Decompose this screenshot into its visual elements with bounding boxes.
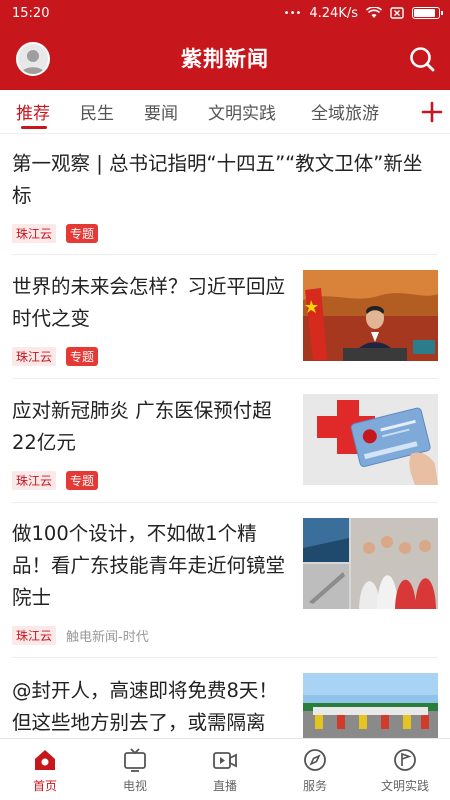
source-tag: 珠江云 — [12, 471, 57, 490]
status-bar: 15:20 ••• 4.24K/s — [0, 0, 450, 26]
add-channel-button[interactable] — [400, 90, 450, 133]
news-meta: 珠江云 专题 — [12, 224, 99, 243]
news-thumbnail — [303, 394, 438, 485]
design-exhibition-image — [303, 518, 438, 609]
tab-civilization-practice[interactable]: 文明实践 — [208, 99, 276, 124]
news-item[interactable]: 应对新冠肺炎 广东医保预付超22亿元 珠江云 专题 — [12, 379, 438, 503]
active-tab-indicator — [21, 126, 47, 129]
home-icon — [35, 750, 55, 770]
topic-badge: 专题 — [66, 471, 99, 490]
highway-toll-station-image — [303, 673, 438, 738]
medical-insurance-card-image — [303, 394, 438, 485]
battery-level — [414, 9, 436, 17]
news-meta: 珠江云 专题 — [12, 347, 99, 366]
avatar-person-icon — [21, 50, 45, 74]
news-title: @封开人，高速即将免费8天！但这些地方别去了，或需隔离 — [12, 679, 278, 734]
app-header: 紫荆新闻 — [0, 26, 450, 90]
news-item[interactable]: 做100个设计，不如做1个精品！看广东技能青年走近何镜堂院士 珠江云 触电新闻-… — [12, 503, 438, 658]
nav-civilization-practice[interactable]: 文明实践 — [360, 739, 450, 800]
news-thumbnail — [303, 673, 438, 738]
source-tag: 珠江云 — [12, 224, 57, 243]
nav-label: 直播 — [212, 779, 237, 793]
nav-label: 首页 — [32, 779, 57, 793]
tab-recommend[interactable]: 推荐 — [16, 99, 50, 124]
news-title: 应对新冠肺炎 广东医保预付超22亿元 — [12, 399, 272, 454]
tv-icon — [124, 748, 146, 772]
nav-label: 电视 — [122, 779, 147, 793]
news-source-text: 触电新闻-时代 — [66, 630, 149, 645]
news-title: 第一观察 | 总书记指明“十四五”“教文卫体”新坐标 — [12, 152, 423, 207]
news-thumbnail — [303, 270, 438, 361]
nav-tv[interactable]: 电视 — [90, 739, 180, 800]
category-tabs: 推荐 民生 要闻 文明实践 全域旅游 海 — [0, 90, 450, 134]
no-sim-icon — [390, 7, 404, 19]
tab-regional-tourism[interactable]: 全域旅游 — [311, 99, 379, 124]
search-button[interactable] — [408, 45, 436, 73]
nav-service[interactable]: 服务 — [270, 739, 360, 800]
network-speed: 4.24K/s — [309, 5, 358, 21]
nav-label: 文明实践 — [380, 779, 429, 793]
nav-live[interactable]: 直播 — [180, 739, 270, 800]
source-tag: 珠江云 — [12, 347, 57, 366]
live-video-icon — [213, 752, 237, 769]
user-avatar[interactable] — [16, 42, 50, 76]
news-meta: 珠江云 触电新闻-时代 — [12, 626, 149, 645]
flag-badge-icon — [394, 749, 416, 771]
topic-badge: 专题 — [66, 347, 99, 366]
tab-headlines[interactable]: 要闻 — [144, 99, 178, 124]
source-tag: 珠江云 — [12, 626, 57, 645]
status-time: 15:20 — [12, 5, 50, 21]
news-item[interactable]: 世界的未来会怎样？习近平回应时代之变 珠江云 专题 — [12, 255, 438, 379]
topic-badge: 专题 — [66, 224, 99, 243]
video-conference-image — [303, 270, 438, 361]
battery-icon — [412, 7, 443, 19]
wifi-icon — [366, 7, 382, 18]
bottom-nav: 首页 电视 直播 服务 文明实践 — [0, 738, 450, 800]
news-meta: 珠江云 专题 — [12, 471, 99, 490]
app-title: 紫荆新闻 — [181, 47, 269, 71]
news-item[interactable]: @封开人，高速即将免费8天！但这些地方别去了，或需隔离 — [12, 658, 438, 738]
status-right: ••• 4.24K/s — [283, 5, 443, 21]
status-dots: ••• — [283, 7, 302, 19]
news-title: 世界的未来会怎样？习近平回应时代之变 — [12, 275, 286, 330]
news-title: 做100个设计，不如做1个精品！看广东技能青年走近何镜堂院士 — [12, 522, 286, 609]
news-thumbnail — [303, 518, 438, 609]
nav-home[interactable]: 首页 — [0, 739, 90, 800]
news-item[interactable]: 第一观察 | 总书记指明“十四五”“教文卫体”新坐标 珠江云 专题 — [12, 135, 438, 255]
plus-icon — [421, 101, 443, 123]
nav-label: 服务 — [302, 779, 327, 793]
search-icon — [410, 47, 435, 72]
compass-icon — [304, 749, 326, 771]
tab-livelihood[interactable]: 民生 — [80, 99, 114, 124]
